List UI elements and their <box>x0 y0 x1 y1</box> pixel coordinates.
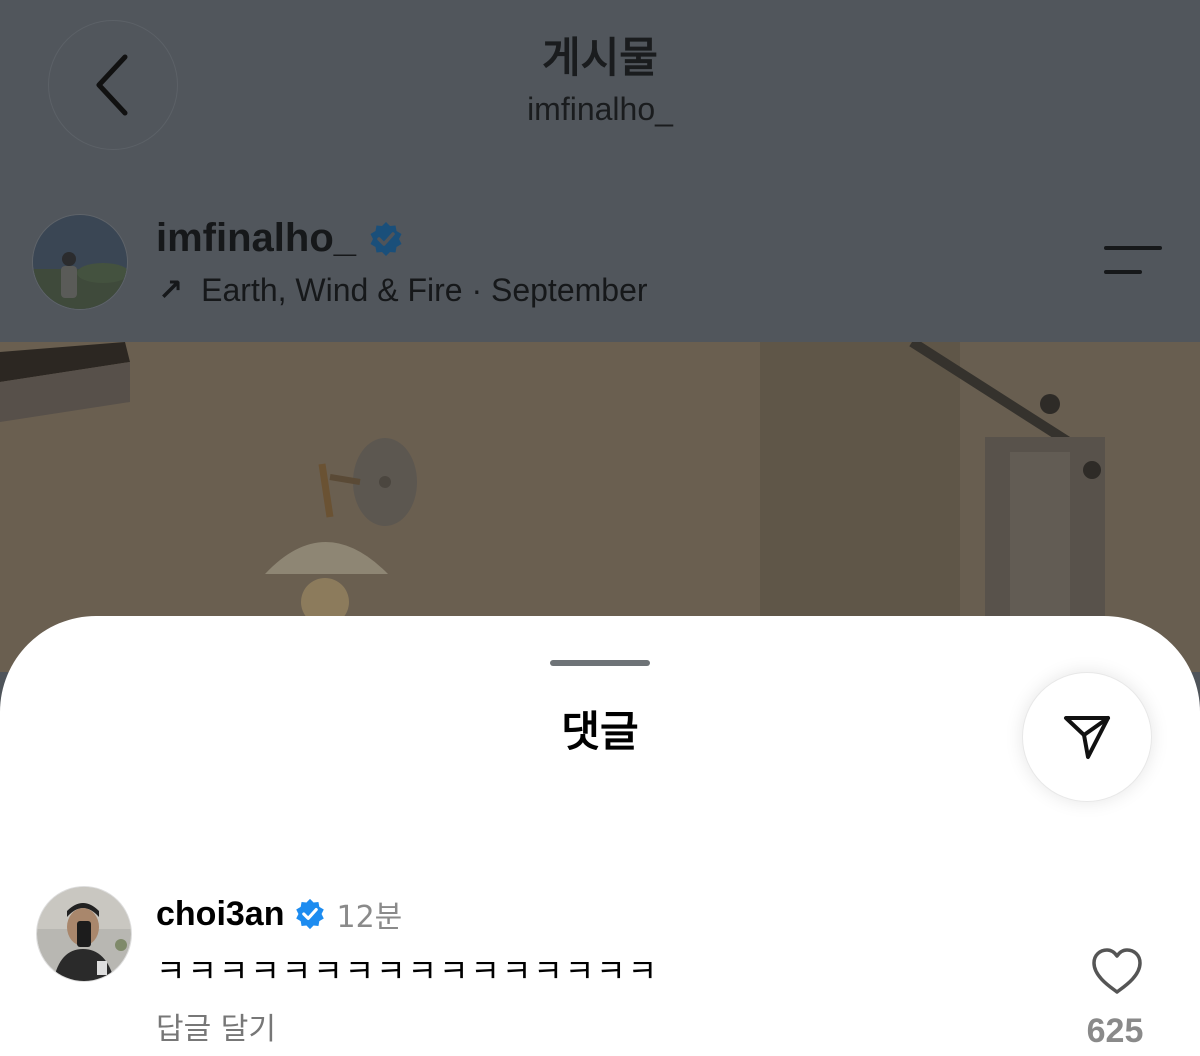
header-titles: 게시물 imfinalho_ <box>0 30 1200 132</box>
post-music[interactable]: ↗ Earth, Wind & Fire · September <box>158 272 648 309</box>
page-title: 게시물 <box>542 33 658 82</box>
page-subtitle[interactable]: imfinalho_ <box>0 86 1200 132</box>
verified-badge-icon <box>294 898 326 930</box>
post-username[interactable]: imfinalho_ <box>156 216 356 261</box>
post-author-avatar[interactable] <box>32 214 128 310</box>
sheet-title: 댓글 <box>561 707 639 756</box>
comment-avatar[interactable] <box>36 886 132 982</box>
arrow-up-right-icon: ↗ <box>158 274 184 307</box>
top-bar: 게시물 imfinalho_ <box>0 0 1200 180</box>
post-author[interactable]: imfinalho_ <box>156 216 404 261</box>
comment-item: choi3an 12분 ㅋㅋㅋㅋㅋㅋㅋㅋㅋㅋㅋㅋㅋㅋㅋㅋ 답글 달기 625 <box>0 884 1200 1056</box>
like-count: 625 <box>1086 1012 1144 1050</box>
music-label: Earth, Wind & Fire · September <box>201 272 648 308</box>
verified-badge-icon <box>368 221 404 257</box>
send-icon <box>1064 716 1110 759</box>
comment-text: ㅋㅋㅋㅋㅋㅋㅋㅋㅋㅋㅋㅋㅋㅋㅋㅋ <box>156 952 660 990</box>
like-button[interactable] <box>1090 946 1144 996</box>
reply-button[interactable]: 답글 달기 <box>156 1004 276 1048</box>
menu-icon-line-bottom <box>1104 270 1142 274</box>
heart-icon <box>1092 948 1142 994</box>
comment-username[interactable]: choi3an <box>156 895 284 934</box>
comment-time: 12분 <box>336 900 403 935</box>
post-header: imfinalho_ ↗ Earth, Wind & Fire · Septem… <box>0 180 1200 342</box>
comment-header: choi3an 12분 <box>156 892 402 936</box>
comments-sheet: 댓글 choi3an 12분 ㅋㅋㅋㅋㅋㅋㅋㅋㅋㅋㅋㅋㅋㅋㅋㅋ 답글 달기 62… <box>0 616 1200 1056</box>
menu-icon-line-top <box>1104 246 1162 250</box>
sheet-grabber[interactable] <box>550 660 650 666</box>
menu-button[interactable] <box>1100 242 1166 282</box>
share-button[interactable] <box>1022 672 1152 802</box>
